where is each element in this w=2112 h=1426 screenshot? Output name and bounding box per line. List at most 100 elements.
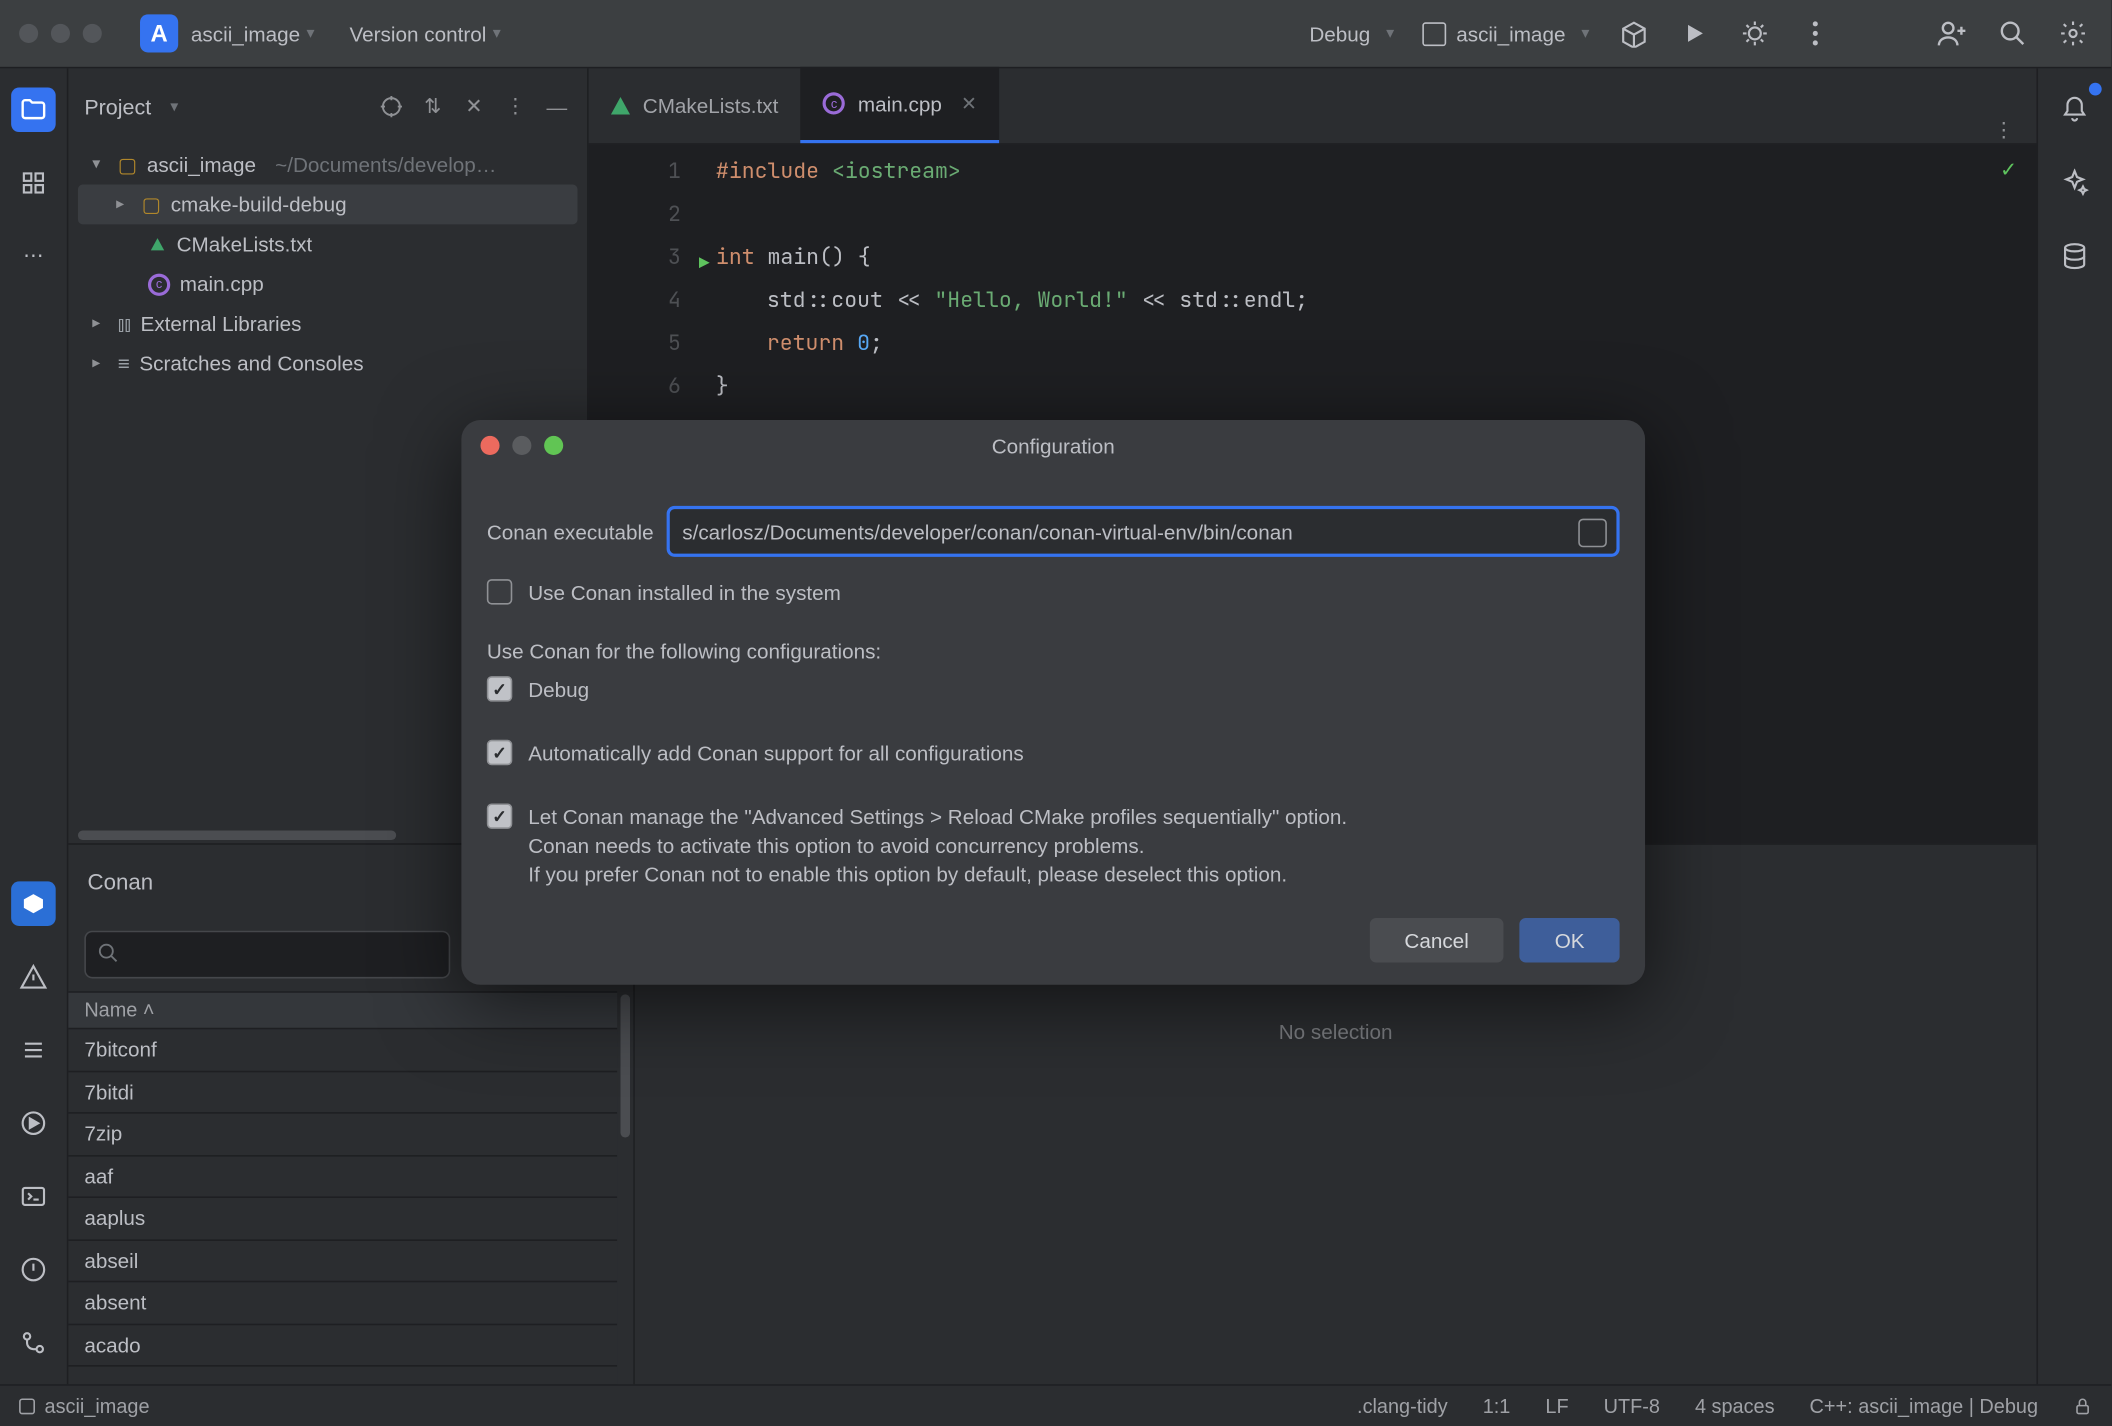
collapse-icon[interactable]: ✕ (460, 92, 489, 121)
chevron-right-icon[interactable]: ▸ (92, 355, 108, 373)
inspection-ok-icon[interactable]: ✓ (2000, 158, 2017, 183)
cancel-button[interactable]: Cancel (1369, 918, 1503, 963)
list-item[interactable]: absent (68, 1282, 617, 1324)
tree-label: CMakeLists.txt (177, 232, 313, 256)
run-config-label: Debug (1309, 21, 1370, 45)
event-log-tool-icon[interactable] (11, 1247, 56, 1292)
tree-node-build[interactable]: ▸ ▢ cmake-build-debug (78, 185, 578, 225)
right-tool-rail (2036, 68, 2111, 1384)
chevron-down-icon[interactable]: ▾ (307, 25, 315, 43)
terminal-tool-icon[interactable] (11, 1174, 56, 1219)
dialog-zoom-icon[interactable] (544, 436, 563, 455)
package-list[interactable]: 7bitconf 7bitdi 7zip aaf aaplus abseil a… (68, 1029, 617, 1384)
tree-node-main[interactable]: c main.cpp (78, 264, 578, 304)
status-project[interactable]: ascii_image (45, 1394, 150, 1416)
more-icon[interactable] (1799, 18, 1831, 50)
run-target-selector[interactable]: ascii_image ▾ (1423, 21, 1590, 45)
list-item[interactable]: abseil (68, 1240, 617, 1282)
chevron-down-icon[interactable]: ▾ (92, 156, 108, 174)
tree-label: ascii_image (147, 153, 256, 177)
conan-title: Conan (88, 869, 154, 894)
v-scrollbar[interactable] (617, 991, 633, 1384)
zoom-window-icon[interactable] (83, 24, 102, 43)
settings-icon[interactable] (2057, 18, 2089, 50)
chevron-down-icon[interactable]: ▾ (493, 25, 501, 43)
more-icon[interactable]: ⋮ (501, 92, 530, 121)
locate-icon[interactable] (377, 92, 406, 121)
status-caret-pos[interactable]: 1:1 (1483, 1394, 1511, 1416)
status-encoding[interactable]: UTF-8 (1604, 1394, 1660, 1416)
dialog-close-icon[interactable] (480, 436, 499, 455)
build-icon[interactable] (1618, 18, 1650, 50)
database-icon[interactable] (2052, 234, 2097, 279)
advanced-checkbox[interactable] (487, 803, 512, 828)
debug-icon[interactable] (1739, 18, 1771, 50)
chevron-right-icon[interactable]: ▸ (92, 315, 108, 333)
version-control-menu[interactable]: Version control (350, 21, 487, 45)
folder-icon: ▢ (118, 152, 138, 177)
tab-cmakelists[interactable]: CMakeLists.txt (589, 67, 801, 143)
chevron-down-icon: ▾ (1581, 25, 1589, 43)
status-clang[interactable]: .clang-tidy (1357, 1394, 1448, 1416)
status-indicator-icon[interactable] (19, 1398, 35, 1414)
ai-assistant-icon[interactable] (2052, 161, 2097, 206)
status-context[interactable]: C++: ascii_image | Debug (1810, 1394, 2038, 1416)
project-tree[interactable]: ▾ ▢ ascii_image ~/Documents/develop… ▸ ▢… (68, 145, 587, 384)
tab-more-icon[interactable]: ⋮ (1993, 118, 2014, 143)
lock-icon[interactable] (2073, 1396, 2092, 1415)
left-tool-rail: ⋯ (0, 68, 68, 1384)
project-name[interactable]: ascii_image (191, 21, 300, 45)
list-item[interactable]: 7bitdi (68, 1072, 617, 1114)
tree-node-root[interactable]: ▾ ▢ ascii_image ~/Documents/develop… (78, 145, 578, 185)
dialog-title: Configuration (992, 434, 1115, 458)
sort-asc-icon: ˄ (143, 999, 155, 1021)
ok-button[interactable]: OK (1520, 918, 1620, 963)
gutter-run-icon[interactable]: ▶ (699, 243, 710, 286)
structure-tool-icon[interactable] (11, 161, 56, 206)
chevron-down-icon[interactable]: ▾ (170, 98, 178, 116)
tree-label: External Libraries (141, 312, 302, 336)
tree-node-scratches[interactable]: ▸ ≡ Scratches and Consoles (78, 344, 578, 384)
tab-main[interactable]: c main.cpp ✕ (801, 67, 1000, 143)
debug-checkbox[interactable] (487, 676, 512, 701)
search-icon[interactable] (1997, 18, 2029, 50)
run-icon[interactable] (1678, 18, 1710, 50)
collab-icon[interactable] (1936, 18, 1968, 50)
exe-path-value: s/carlosz/Documents/developer/conan/cona… (682, 519, 1292, 543)
statusbar: ascii_image .clang-tidy 1:1 LF UTF-8 4 s… (0, 1384, 2111, 1425)
chevron-right-icon[interactable]: ▸ (116, 196, 132, 214)
hide-icon[interactable]: — (543, 92, 572, 121)
list-item[interactable]: acado (68, 1324, 617, 1366)
tree-node-cmake[interactable]: CMakeLists.txt (78, 224, 578, 264)
expand-icon[interactable]: ⇅ (418, 92, 447, 121)
list-item[interactable]: aaf (68, 1156, 617, 1198)
list-item[interactable]: 7bitconf (68, 1029, 617, 1071)
status-eol[interactable]: LF (1545, 1394, 1568, 1416)
minimize-window-icon[interactable] (51, 24, 70, 43)
tree-node-external[interactable]: ▸ ⫾⫾ External Libraries (78, 304, 578, 344)
services-tool-icon[interactable] (11, 1101, 56, 1146)
conan-tool-icon[interactable] (11, 881, 56, 926)
tree-path: ~/Documents/develop… (275, 153, 496, 177)
problems-tool-icon[interactable] (11, 955, 56, 1000)
browse-icon[interactable] (1578, 519, 1607, 548)
todo-tool-icon[interactable] (11, 1028, 56, 1073)
status-indent[interactable]: 4 spaces (1695, 1394, 1775, 1416)
run-config-selector[interactable]: Debug ▾ (1309, 21, 1394, 45)
more-tool-icon[interactable]: ⋯ (11, 234, 56, 279)
close-window-icon[interactable] (19, 24, 38, 43)
list-item[interactable]: aaplus (68, 1198, 617, 1240)
notifications-icon[interactable] (2052, 88, 2097, 133)
name-column-header[interactable]: Name ˄ (68, 991, 617, 1029)
vcs-tool-icon[interactable] (11, 1321, 56, 1366)
exe-label: Conan executable (487, 519, 654, 543)
tab-label: main.cpp (858, 91, 942, 115)
list-item[interactable]: 7zip (68, 1114, 617, 1156)
auto-add-checkbox[interactable] (487, 740, 512, 765)
library-icon: ⫾⫾ (118, 311, 131, 336)
exe-path-input[interactable]: s/carlosz/Documents/developer/conan/cona… (666, 506, 1619, 557)
conan-search-input[interactable] (84, 931, 450, 979)
close-tab-icon[interactable]: ✕ (961, 92, 977, 114)
project-tool-icon[interactable] (11, 88, 56, 133)
use-system-checkbox[interactable] (487, 579, 512, 604)
